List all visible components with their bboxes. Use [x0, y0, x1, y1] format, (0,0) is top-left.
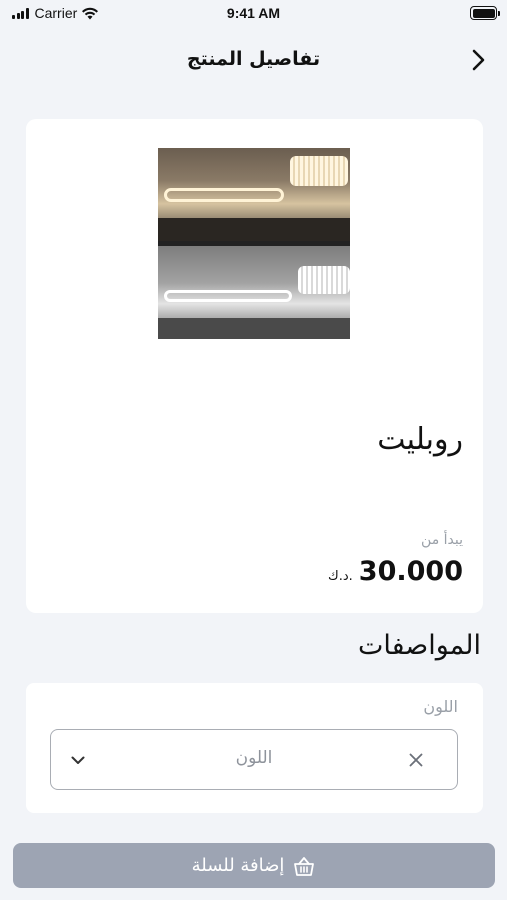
currency: د.ك.	[328, 569, 353, 584]
color-select-placeholder: اللون	[235, 748, 273, 768]
back-button[interactable]	[465, 46, 493, 74]
price-row: د.ك. 30.000	[328, 556, 463, 587]
product-image-cool	[158, 246, 350, 339]
product-name: روبليت	[377, 422, 463, 457]
price-value: 30.000	[358, 556, 463, 587]
specs-title: المواصفات	[357, 630, 481, 661]
battery-icon	[470, 6, 500, 20]
basket-icon	[294, 856, 315, 876]
chevron-right-icon	[472, 49, 485, 71]
chevron-down-icon	[71, 756, 85, 764]
product-image[interactable]	[158, 148, 350, 339]
status-bar: Carrier 9:41 AM	[0, 0, 507, 28]
page-title: تفاصيل المنتج	[186, 48, 321, 70]
clear-selection-button[interactable]	[406, 750, 426, 770]
add-to-cart-button[interactable]: إضافة للسلة	[13, 843, 495, 888]
product-card: روبليت يبدأ من د.ك. 30.000	[26, 119, 483, 613]
color-label: اللون	[423, 697, 458, 716]
close-icon	[409, 753, 423, 767]
add-to-cart-label: إضافة للسلة	[191, 855, 285, 876]
specs-card: اللون اللون	[26, 683, 483, 813]
nav-bar: تفاصيل المنتج	[0, 36, 507, 84]
dropdown-toggle[interactable]	[67, 750, 89, 770]
status-time: 9:41 AM	[226, 5, 281, 21]
product-image-warm	[158, 148, 350, 241]
price-prefix: يبدأ من	[421, 532, 463, 548]
color-select[interactable]: اللون	[50, 729, 458, 790]
